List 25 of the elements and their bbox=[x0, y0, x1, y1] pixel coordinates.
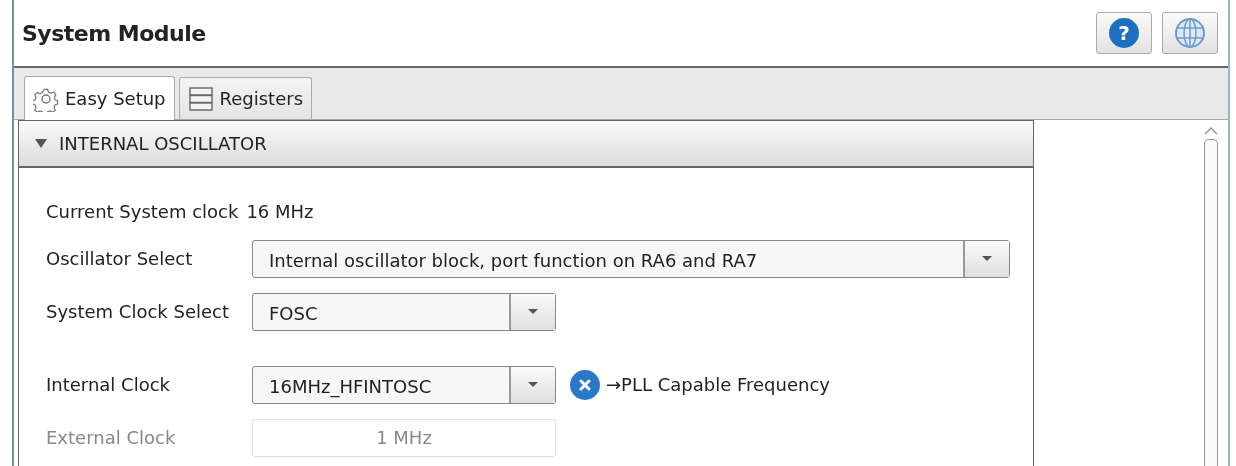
field-label: System Clock Select bbox=[46, 300, 230, 324]
status-note: →PLL Capable Frequency bbox=[606, 373, 830, 397]
tab[interactable]: Registers bbox=[178, 77, 313, 119]
dropdown[interactable]: Internal oscillator block, port function on RA6 and RA7 bbox=[252, 239, 1010, 278]
scroll-up-icon[interactable] bbox=[1204, 126, 1218, 135]
dropdown[interactable]: FOSC bbox=[252, 292, 556, 331]
scrollbar-thumb[interactable] bbox=[1204, 139, 1218, 466]
tab[interactable]: Easy Setup bbox=[24, 76, 175, 120]
registers-icon bbox=[187, 85, 214, 112]
field-label: External Clock bbox=[46, 426, 177, 450]
collapse-toggle-icon[interactable] bbox=[35, 138, 47, 149]
caret-icon bbox=[528, 381, 538, 388]
field-label: Oscillator Select bbox=[46, 247, 194, 271]
caret-icon bbox=[528, 308, 538, 315]
window-title: System Module bbox=[22, 19, 206, 48]
help-button[interactable]: ? bbox=[1096, 12, 1152, 54]
globe-button[interactable] bbox=[1162, 12, 1218, 54]
globe-icon bbox=[1174, 17, 1206, 49]
error-icon bbox=[570, 369, 600, 400]
caret-icon bbox=[982, 255, 992, 262]
dropdown[interactable]: 16MHz_HFINTOSC bbox=[252, 365, 556, 404]
field-label: Internal Clock bbox=[46, 373, 171, 397]
field-label: Current System clock bbox=[46, 199, 239, 224]
section-title: INTERNAL OSCILLATOR bbox=[59, 132, 267, 156]
field-value: 16 MHz bbox=[246, 199, 314, 224]
